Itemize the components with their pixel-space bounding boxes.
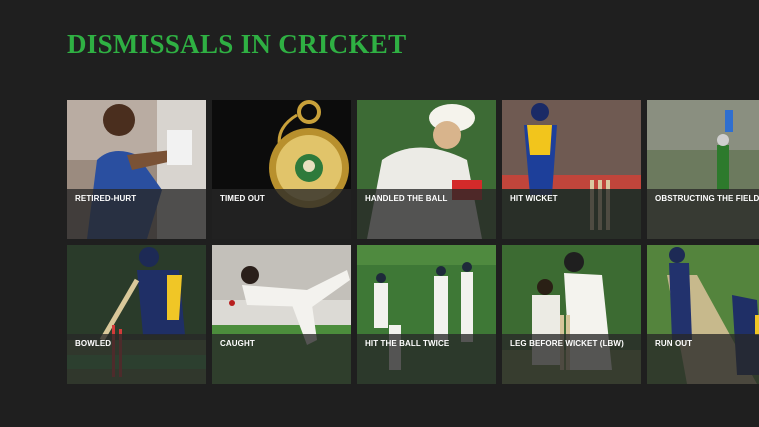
tile-timed-out[interactable]: TIMED OUT [212,100,351,239]
tile-label: RUN OUT [655,339,693,348]
tile-caption: RETIRED-HURT [67,189,206,239]
tile-caption: HIT THE BALL TWICE [357,334,496,384]
tile-caption: TIMED OUT [212,189,351,239]
tile-hit-the-ball-twice[interactable]: HIT THE BALL TWICE [357,245,496,384]
tile-label: BOWLED [75,339,112,348]
tile-label: CAUGHT [220,339,255,348]
tile-label: HIT WICKET [510,194,558,203]
tile-label: HANDLED THE BALL [365,194,448,203]
tile-leg-before-wicket[interactable]: LEG BEFORE WICKET (LBW) [502,245,641,384]
tile-label: HIT THE BALL TWICE [365,339,450,348]
tile-label: TIMED OUT [220,194,265,203]
tile-caption: HIT WICKET [502,189,641,239]
tile-caption: HANDLED THE BALL [357,189,496,239]
tile-label: RETIRED-HURT [75,194,137,203]
tile-obstructing-the-field[interactable]: OBSTRUCTING THE FIELD [647,100,759,239]
page-title: DISMISSALS IN CRICKET [67,29,407,59]
tile-caption: LEG BEFORE WICKET (LBW) [502,334,641,384]
tile-caption: RUN OUT [647,334,759,384]
tile-run-out[interactable]: RUN OUT [647,245,759,384]
dismissal-grid: RETIRED-HURT TIMED OUT HANDLED THE BALL [67,100,759,384]
tile-caught[interactable]: CAUGHT [212,245,351,384]
tile-retired-hurt[interactable]: RETIRED-HURT [67,100,206,239]
tile-caption: BOWLED [67,334,206,384]
tile-label: LEG BEFORE WICKET (LBW) [510,339,624,348]
tile-bowled[interactable]: BOWLED [67,245,206,384]
tile-label: OBSTRUCTING THE FIELD [655,194,759,203]
tile-caption: CAUGHT [212,334,351,384]
tile-hit-wicket[interactable]: HIT WICKET [502,100,641,239]
tile-caption: OBSTRUCTING THE FIELD [647,189,759,239]
tile-handled-the-ball[interactable]: HANDLED THE BALL [357,100,496,239]
